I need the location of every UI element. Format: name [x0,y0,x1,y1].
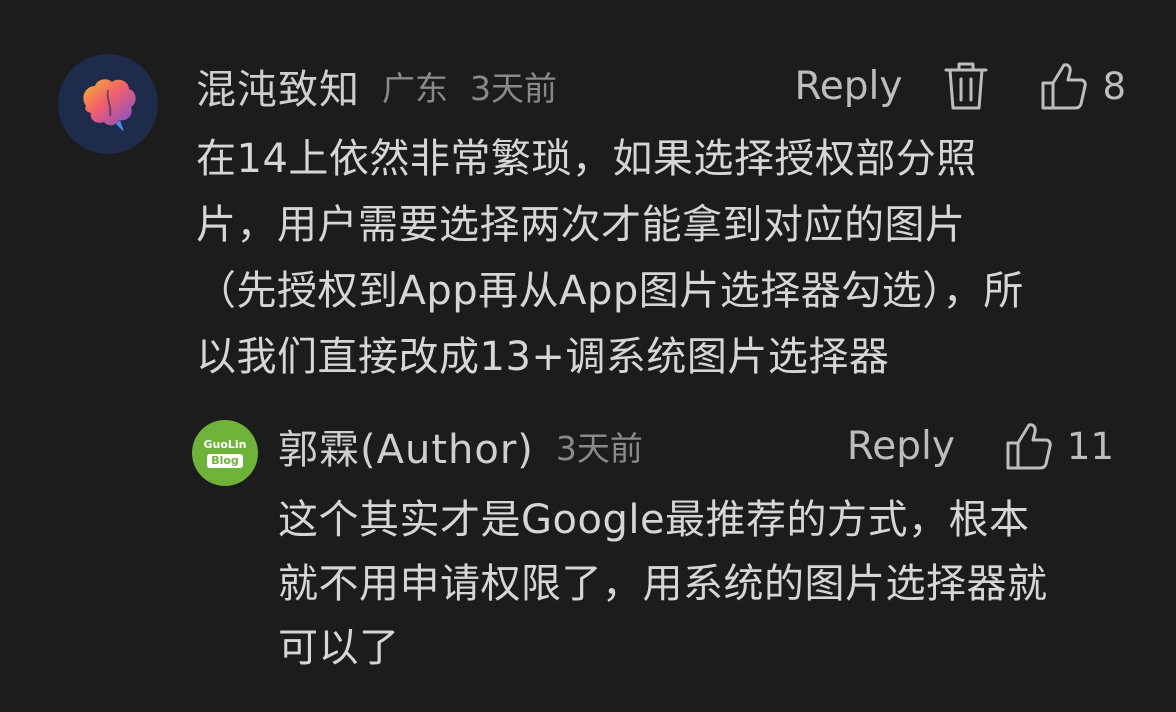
comment-text: 在14上依然非常繁琐，如果选择授权部分照 片，用户需要选择两次才能拿到对应的图片… [196,136,1024,380]
reply-button[interactable]: Reply [847,424,955,469]
reply-timestamp: 3天前 [555,429,643,468]
like-button[interactable]: 8 [1040,61,1126,111]
timestamp: 3天前 [470,69,557,108]
thumbs-up-icon [1005,421,1053,471]
reply-button[interactable]: Reply [794,64,902,109]
reply-header: 郭霖(Author) 3天前 Reply 11 [278,418,1114,474]
username[interactable]: 混沌致知 [196,57,360,115]
reply-like-count: 11 [1066,424,1114,468]
like-count: 8 [1102,64,1126,108]
thumbs-up-icon [1040,61,1088,111]
guolin-avatar-icon[interactable]: GuoLin Blog [192,420,258,486]
avatar-logo-badge: Blog [207,453,243,468]
avatar-logo-text: GuoLin [203,437,247,451]
reply-username[interactable]: 郭霖(Author) [278,417,534,475]
reply-text: 这个其实才是Google最推荐的方式，根本 就不用申请权限了，用系统的图片选择器… [278,497,1048,671]
comment-header: 混沌致知 广东 3天前 Reply 8 [196,58,1126,114]
location-label: 广东 [382,69,448,108]
reply-like-button[interactable]: 11 [1005,421,1114,471]
brain-avatar-icon[interactable] [58,54,158,154]
trash-icon[interactable] [942,60,990,112]
